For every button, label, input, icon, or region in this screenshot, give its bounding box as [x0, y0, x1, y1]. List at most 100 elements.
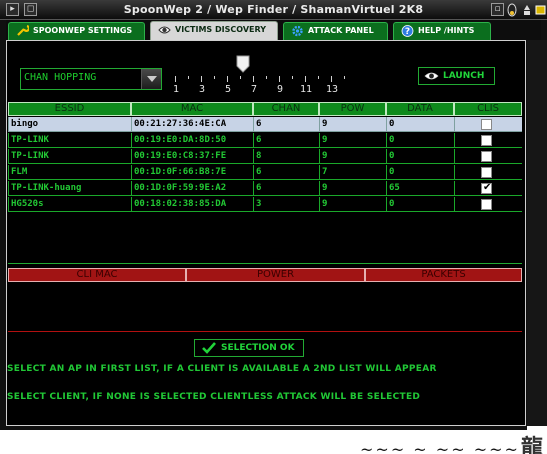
slider-label: 13: [325, 84, 339, 95]
slider-label: 9: [276, 84, 284, 95]
cell-pow: 7: [319, 165, 386, 180]
tab-victims-discovery[interactable]: VICTIMS DISCOVERY: [150, 21, 278, 40]
cell-mac: 00:18:02:38:85:DA: [131, 197, 253, 212]
column-header-chan[interactable]: CHAN: [253, 102, 319, 116]
slider-tick: [227, 76, 228, 82]
slider-tick: [331, 76, 332, 82]
window-maximize-button[interactable]: ▫: [491, 3, 504, 16]
clients-checkbox[interactable]: [481, 119, 492, 130]
desktop-background: ~~~ ~ ~~ ~~~ 龍: [0, 430, 547, 454]
tab-bar: SPOONWEP SETTINGS VICTIMS DISCOVERY ATTA…: [6, 20, 541, 40]
cell-data: 65: [386, 181, 454, 196]
column-header-power[interactable]: POWER: [186, 268, 365, 282]
column-header-essid[interactable]: ESSID: [8, 102, 131, 116]
tab-label: HELP /HINTS: [418, 26, 475, 35]
clients-checkbox[interactable]: [481, 135, 492, 146]
table-row[interactable]: bingo 00:21:27:36:4E:CA 6 9 0: [8, 117, 522, 132]
cell-essid: bingo: [8, 117, 131, 132]
slider-tick: [344, 76, 345, 79]
cell-chan: 8: [253, 149, 319, 164]
table-row[interactable]: TP-LINK 00:19:E0:DA:8D:50 6 9 0: [8, 133, 522, 148]
cell-pow: 9: [319, 181, 386, 196]
slider-tick: [318, 76, 319, 79]
tab-attack-panel[interactable]: ATTACK PANEL: [283, 22, 388, 40]
tray-icons: [507, 3, 546, 17]
clients-checkbox[interactable]: [481, 199, 492, 210]
cell-chan: 6: [253, 181, 319, 196]
cell-essid: TP-LINK-huang: [8, 181, 131, 196]
svg-text:?: ?: [405, 27, 410, 37]
slider-tick: [188, 76, 189, 79]
chevron-down-icon[interactable]: [141, 69, 161, 89]
launch-button[interactable]: LAUNCH: [418, 67, 495, 85]
cell-mac: 00:1D:0F:59:9E:A2: [131, 181, 253, 196]
selection-ok-button[interactable]: SELECTION OK: [194, 339, 304, 357]
column-header-pow[interactable]: POW: [319, 102, 386, 116]
desktop-wallpaper-decoration: ~~~ ~ ~~ ~~~: [360, 440, 520, 454]
desktop-wallpaper-glyph: 龍: [520, 435, 543, 454]
system-tray: [505, 2, 547, 18]
slider-thumb[interactable]: [236, 55, 250, 73]
window-right-edge: [527, 40, 547, 426]
column-header-mac[interactable]: MAC: [131, 102, 253, 116]
cell-clis: [454, 197, 522, 212]
slider-tick: [240, 76, 241, 79]
instruction-text: SELECT CLIENT, IF NONE IS SELECTED CLIEN…: [7, 392, 421, 402]
slider-label: 5: [224, 84, 232, 95]
eye-icon: [158, 26, 171, 34]
cell-pow: 9: [319, 117, 386, 132]
window-title: SpoonWep 2 / Wep Finder / ShamanVirtuel …: [123, 3, 424, 16]
column-header-cli-mac[interactable]: CLI MAC: [8, 268, 186, 282]
cell-data: 0: [386, 117, 454, 132]
selection-ok-label: SELECTION OK: [221, 343, 295, 353]
cell-clis: ✔: [454, 181, 522, 196]
cell-data: 0: [386, 149, 454, 164]
table-row[interactable]: TP-LINK-huang 00:1D:0F:59:9E:A2 6 9 65 ✔: [8, 181, 522, 196]
channel-slider[interactable]: 1 3 5 7 9 11 13: [170, 55, 360, 97]
cell-data: 0: [386, 197, 454, 212]
channel-mode-select[interactable]: CHAN HOPPING: [20, 68, 162, 90]
tab-spoonwep-settings[interactable]: SPOONWEP SETTINGS: [8, 22, 145, 40]
tab-label: ATTACK PANEL: [308, 26, 374, 35]
checkmark-icon: [202, 342, 216, 354]
slider-tick: [253, 76, 254, 82]
clients-checkbox[interactable]: [481, 167, 492, 178]
ap-table-header: ESSID MAC CHAN POW DATA CLIS: [8, 102, 522, 116]
client-table: CLI MAC POWER PACKETS: [8, 268, 522, 332]
column-header-clis[interactable]: CLIS: [454, 102, 522, 116]
slider-tick: [305, 76, 306, 82]
cell-pow: 9: [319, 197, 386, 212]
tab-help-hints[interactable]: ? HELP /HINTS: [393, 22, 491, 40]
victims-discovery-panel: CHAN HOPPING 1 3 5 7 9 11 13 LAUNCH ESSI…: [6, 40, 526, 426]
tab-label: VICTIMS DISCOVERY: [175, 25, 266, 34]
cell-pow: 9: [319, 149, 386, 164]
cell-chan: 6: [253, 165, 319, 180]
cell-mac: 00:1D:0F:66:B8:7E: [131, 165, 253, 180]
cell-data: 0: [386, 165, 454, 180]
tab-label: SPOONWEP SETTINGS: [33, 26, 133, 35]
cell-essid: FLM: [8, 165, 131, 180]
cell-clis: [454, 133, 522, 148]
slider-tick: [175, 76, 176, 82]
table-row[interactable]: FLM 00:1D:0F:66:B8:7E 6 7 0: [8, 165, 522, 180]
checkmark-icon: ✔: [483, 182, 492, 193]
column-header-packets[interactable]: PACKETS: [365, 268, 522, 282]
title-bar: ▸ ◻ SpoonWep 2 / Wep Finder / ShamanVirt…: [0, 0, 547, 20]
table-row[interactable]: HG520s 00:18:02:38:85:DA 3 9 0: [8, 197, 522, 212]
channel-mode-value: CHAN HOPPING: [24, 72, 97, 83]
wrench-icon: [17, 25, 29, 36]
slider-label: 1: [172, 84, 180, 95]
slider-tick: [292, 76, 293, 79]
cell-mac: 00:19:E0:C8:37:FE: [131, 149, 253, 164]
clients-checkbox[interactable]: [481, 151, 492, 162]
clients-checkbox[interactable]: ✔: [481, 182, 492, 194]
column-header-data[interactable]: DATA: [386, 102, 454, 116]
cell-essid: TP-LINK: [8, 133, 131, 148]
cell-pow: 9: [319, 133, 386, 148]
slider-label: 7: [250, 84, 258, 95]
table-row[interactable]: TP-LINK 00:19:E0:C8:37:FE 8 9 0: [8, 149, 522, 164]
cell-essid: TP-LINK: [8, 149, 131, 164]
slider-label: 3: [198, 84, 206, 95]
cell-mac: 00:19:E0:DA:8D:50: [131, 133, 253, 148]
cell-chan: 6: [253, 117, 319, 132]
